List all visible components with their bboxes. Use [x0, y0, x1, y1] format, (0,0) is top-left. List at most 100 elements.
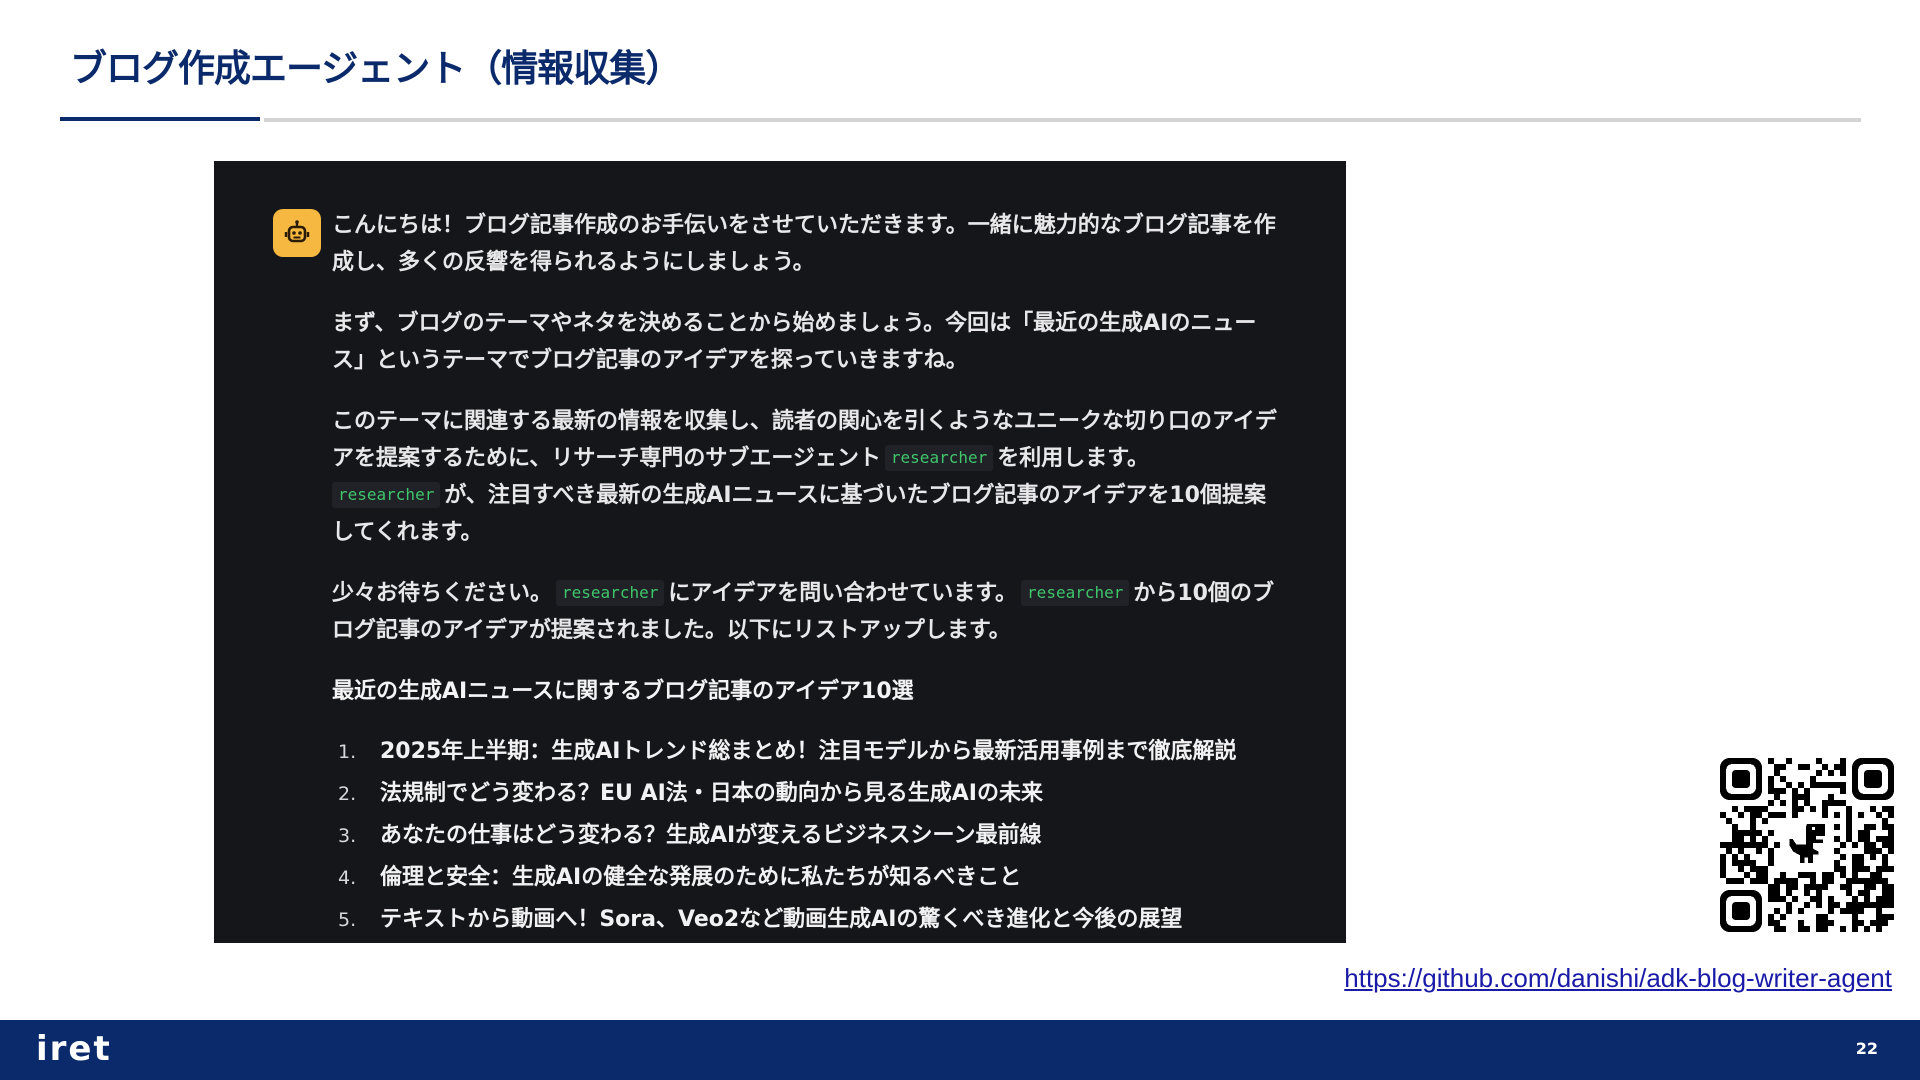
qr-module [1846, 806, 1852, 812]
qr-module [1840, 854, 1846, 860]
qr-module [1870, 878, 1876, 884]
qr-module [1816, 884, 1822, 890]
qr-module [1834, 836, 1840, 842]
robot-icon [273, 209, 321, 257]
qr-module [1846, 818, 1852, 824]
qr-module [1720, 866, 1726, 872]
footer-bar: iret 22 [0, 1020, 1920, 1080]
inline-code-researcher: researcher [556, 580, 665, 606]
qr-module [1882, 914, 1888, 920]
qr-module [1864, 878, 1870, 884]
qr-module [1828, 770, 1834, 776]
qr-module [1744, 854, 1750, 860]
qr-module [1732, 878, 1738, 884]
qr-module [1756, 878, 1762, 884]
qr-module [1864, 824, 1870, 830]
qr-module [1822, 914, 1828, 920]
qr-code-icon[interactable] [1720, 758, 1894, 932]
qr-module [1834, 812, 1840, 818]
qr-module [1756, 866, 1762, 872]
qr-module [1840, 782, 1846, 788]
qr-module [1768, 800, 1774, 806]
qr-module [1804, 926, 1810, 932]
qr-module [1828, 920, 1834, 926]
qr-module [1780, 764, 1786, 770]
qr-module [1822, 782, 1828, 788]
qr-module [1744, 872, 1750, 878]
list-item-number: 3. [338, 825, 357, 847]
qr-module [1846, 836, 1852, 842]
qr-module [1852, 854, 1858, 860]
list-item: 3. あなたの仕事はどう変わる？生成AIが変えるビジネスシーン最前線 [332, 815, 1312, 857]
chat-text: 少々お待ちください。 [332, 581, 553, 606]
qr-module [1840, 800, 1846, 806]
list-item-number: 5. [338, 909, 357, 931]
list-item-number: 4. [338, 867, 357, 889]
repo-link[interactable]: https://github.com/danishi/adk-blog-writ… [1344, 963, 1892, 994]
qr-module [1786, 902, 1792, 908]
qr-module [1852, 878, 1858, 884]
qr-module [1786, 908, 1792, 914]
qr-module [1876, 866, 1882, 872]
qr-module [1756, 806, 1762, 812]
qr-module [1738, 812, 1744, 818]
qr-module [1780, 812, 1786, 818]
list-item-text: 法規制でどう変わる？EU AI法・日本の動向から見る生成AIの未来 [380, 781, 1043, 806]
qr-module [1816, 926, 1822, 932]
qr-module [1750, 824, 1756, 830]
qr-module [1828, 782, 1834, 788]
qr-module [1768, 896, 1774, 902]
qr-module [1888, 896, 1894, 902]
qr-module [1846, 824, 1852, 830]
qr-module [1774, 896, 1780, 902]
qr-module [1738, 848, 1744, 854]
qr-module [1876, 878, 1882, 884]
qr-module [1768, 812, 1774, 818]
qr-module [1834, 848, 1840, 854]
qr-module [1882, 902, 1888, 908]
qr-module [1852, 914, 1858, 920]
qr-module [1780, 776, 1786, 782]
chat-message-theme: まず、ブログのテーマやネタを決めることから始めましょう。今回は「最近の生成AIの… [332, 305, 1282, 379]
qr-module [1774, 812, 1780, 818]
qr-module [1792, 884, 1798, 890]
qr-module [1864, 902, 1870, 908]
qr-module [1864, 836, 1870, 842]
qr-module [1774, 884, 1780, 890]
qr-module [1882, 890, 1888, 896]
qr-module [1816, 914, 1822, 920]
qr-module [1744, 830, 1750, 836]
list-item-text: 2025年上半期：生成AIトレンド総まとめ！注目モデルから最新活用事例まで徹底解… [380, 739, 1237, 764]
qr-module [1858, 878, 1864, 884]
chat-message-researcher-intro: このテーマに関連する最新の情報を収集し、読者の関心を引くようなユニークな切り口の… [332, 403, 1282, 551]
qr-module [1768, 830, 1774, 836]
qr-module [1804, 764, 1810, 770]
qr-module [1798, 908, 1804, 914]
qr-module [1852, 860, 1858, 866]
qr-module [1780, 788, 1786, 794]
list-item: 2. 法規制でどう変わる？EU AI法・日本の動向から見る生成AIの未来 [332, 773, 1312, 815]
qr-module [1846, 830, 1852, 836]
title-underline-accent [60, 117, 260, 121]
qr-module [1870, 902, 1876, 908]
qr-module [1804, 890, 1810, 896]
qr-module [1888, 848, 1894, 854]
qr-module [1876, 836, 1882, 842]
chat-text: が、注目すべき最新の生成AIニュースに基づいたブログ記事のアイデアを10個提案し… [332, 483, 1266, 545]
qr-module [1786, 758, 1792, 764]
qr-module [1804, 794, 1810, 800]
qr-module [1822, 800, 1828, 806]
inline-code-researcher: researcher [884, 445, 994, 471]
qr-module [1816, 770, 1822, 776]
qr-module [1888, 806, 1894, 812]
qr-module [1840, 908, 1846, 914]
qr-module [1882, 878, 1888, 884]
qr-module [1888, 824, 1894, 830]
qr-module [1732, 842, 1738, 848]
qr-module [1876, 908, 1882, 914]
qr-module [1750, 812, 1756, 818]
qr-module [1768, 884, 1774, 890]
slide-title: ブログ作成エージェント（情報収集） [70, 47, 682, 90]
qr-module [1762, 872, 1768, 878]
qr-module [1876, 896, 1882, 902]
